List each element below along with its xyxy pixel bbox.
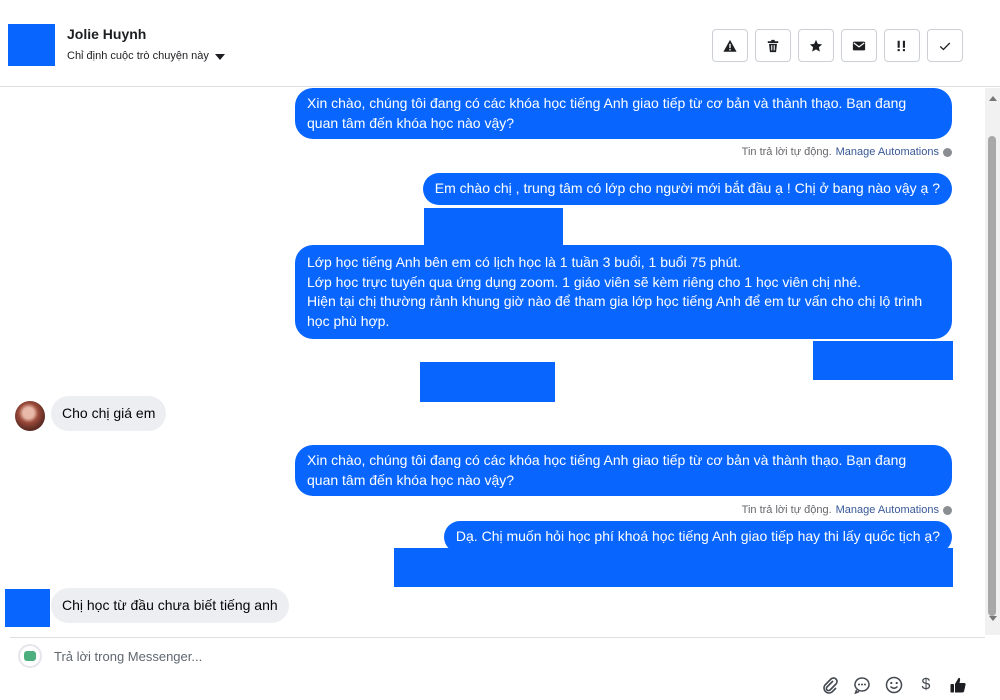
mark-done-button[interactable] bbox=[927, 29, 963, 62]
emoji-icon bbox=[885, 676, 903, 694]
conversation-toolbar bbox=[712, 29, 963, 62]
payment-button[interactable]: $ bbox=[917, 676, 935, 694]
assign-conversation-dropdown[interactable]: Chỉ định cuộc trò chuyện này bbox=[67, 50, 225, 62]
assign-conversation-label: Chỉ định cuộc trò chuyện này bbox=[67, 50, 209, 62]
check-icon bbox=[939, 41, 951, 50]
contact-avatar bbox=[15, 401, 45, 431]
auto-reply-label: Tin trả lời tự động. bbox=[741, 146, 832, 158]
incoming-message: Chị học từ đầu chưa biết tiếng anh bbox=[51, 588, 289, 623]
messenger-inbox-app: Jolie Huynh Chỉ định cuộc trò chuyện này bbox=[0, 0, 1000, 700]
outgoing-message: Xin chào, chúng tôi đang có các khóa học… bbox=[295, 445, 952, 496]
contact-avatar-redacted bbox=[8, 24, 55, 66]
saved-replies-button[interactable] bbox=[853, 676, 871, 694]
reply-input[interactable] bbox=[54, 646, 654, 666]
scroll-down-arrow-icon[interactable] bbox=[989, 616, 997, 621]
scroll-up-arrow-icon[interactable] bbox=[989, 96, 997, 101]
auto-reply-meta: Tin trả lời tự động. Manage Automations bbox=[742, 504, 952, 516]
spam-button[interactable] bbox=[712, 29, 748, 62]
delete-button[interactable] bbox=[755, 29, 791, 62]
contact-name: Jolie Huynh bbox=[67, 26, 147, 42]
outgoing-message: Lớp học tiếng Anh bên em có lịch học là … bbox=[295, 245, 952, 339]
contact-avatar-redacted bbox=[5, 589, 50, 627]
redacted-block bbox=[394, 548, 953, 587]
mail-icon bbox=[852, 41, 866, 50]
thread-scrollbar[interactable] bbox=[985, 88, 1000, 635]
redacted-block bbox=[813, 341, 953, 380]
composer-actions: $ bbox=[821, 676, 967, 694]
star-icon bbox=[809, 39, 823, 52]
attach-button[interactable] bbox=[821, 676, 839, 694]
follow-up-button[interactable] bbox=[884, 29, 920, 62]
redacted-block bbox=[424, 208, 563, 245]
outgoing-message-text: Lớp học tiếng Anh bên em có lịch học là … bbox=[307, 254, 923, 329]
redacted-block bbox=[420, 362, 555, 402]
chat-bubble-icon bbox=[854, 677, 870, 694]
info-icon[interactable] bbox=[943, 147, 952, 157]
message-composer: $ bbox=[10, 637, 985, 700]
message-thread[interactable]: Xin chào, chúng tôi đang có các khóa học… bbox=[0, 88, 985, 635]
thumbs-up-icon bbox=[950, 677, 966, 693]
mark-unread-button[interactable] bbox=[841, 29, 877, 62]
outgoing-message: Xin chào, chúng tôi đang có các khóa học… bbox=[295, 88, 952, 139]
manage-automations-link[interactable]: Manage Automations bbox=[836, 146, 939, 158]
alert-icon bbox=[723, 39, 737, 52]
outgoing-message: Em chào chị , trung tâm có lớp cho người… bbox=[422, 173, 952, 205]
like-button[interactable] bbox=[949, 676, 967, 694]
manage-automations-link[interactable]: Manage Automations bbox=[836, 504, 939, 516]
auto-reply-label: Tin trả lời tự động. bbox=[741, 504, 832, 516]
incoming-message: Cho chị giá em bbox=[51, 396, 167, 431]
scrollbar-thumb[interactable] bbox=[988, 136, 996, 616]
trash-icon bbox=[767, 39, 779, 52]
page-logo-icon bbox=[18, 644, 42, 668]
star-button[interactable] bbox=[798, 29, 834, 62]
paperclip-icon bbox=[823, 677, 838, 694]
info-icon[interactable] bbox=[943, 505, 952, 515]
dollar-icon: $ bbox=[921, 676, 931, 693]
follow-up-icon bbox=[897, 40, 905, 51]
auto-reply-meta: Tin trả lời tự động. Manage Automations bbox=[742, 146, 952, 158]
chevron-down-icon bbox=[214, 53, 225, 60]
emoji-button[interactable] bbox=[885, 676, 903, 694]
conversation-header: Jolie Huynh Chỉ định cuộc trò chuyện này bbox=[0, 0, 1000, 87]
